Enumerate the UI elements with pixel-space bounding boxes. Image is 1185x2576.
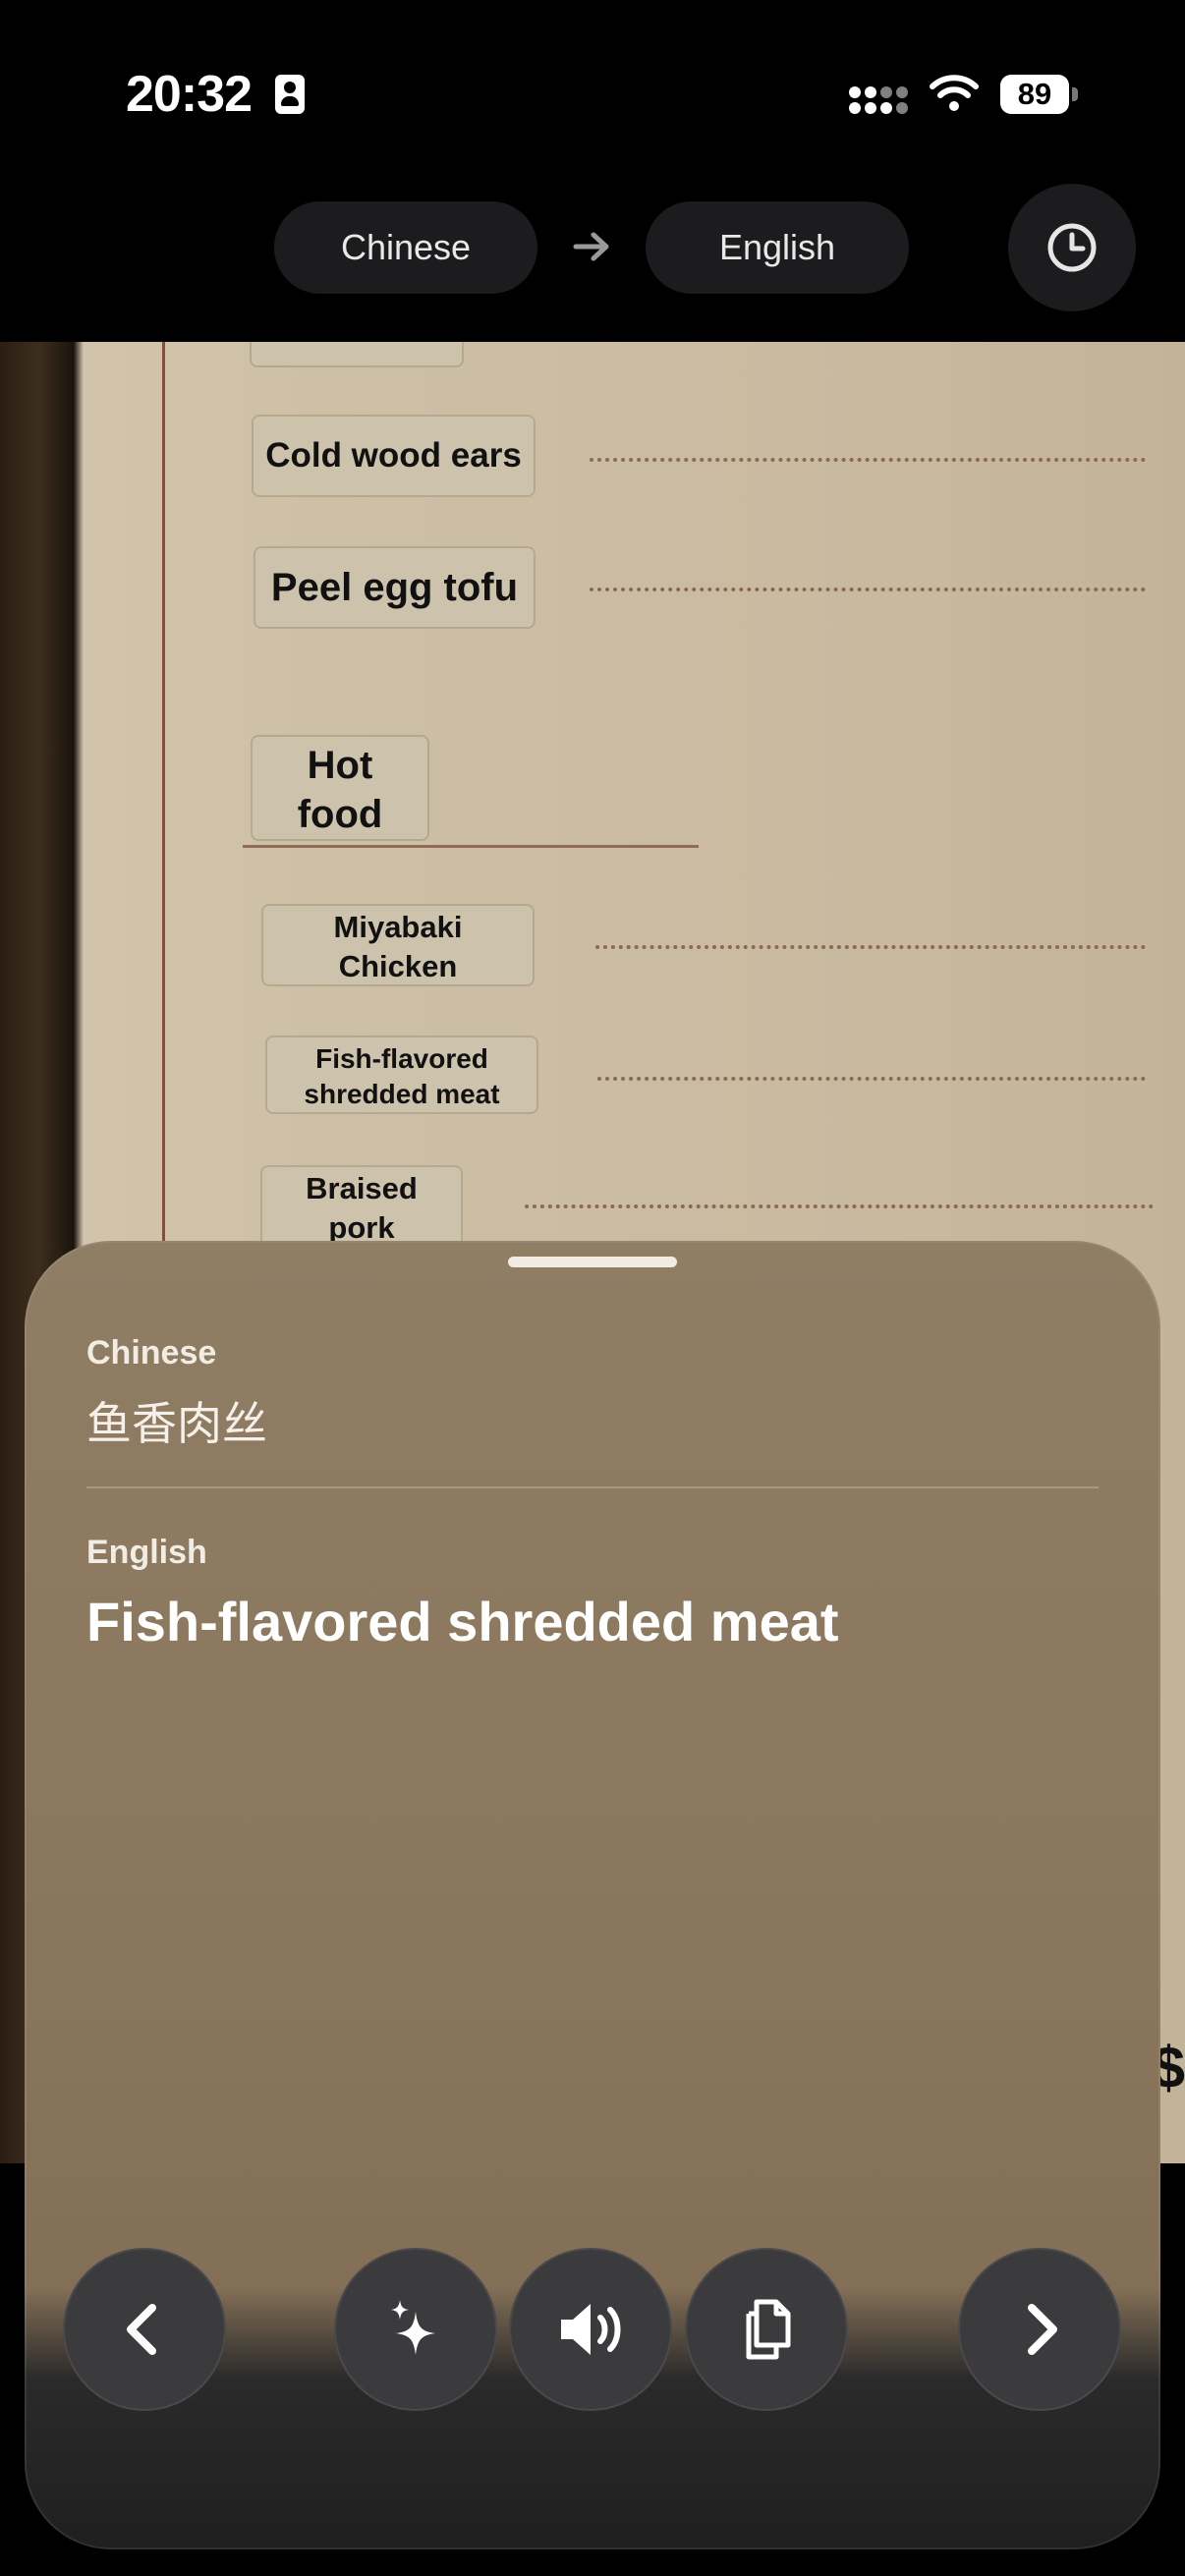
menu-item-label[interactable]: Peel egg tofu — [254, 546, 536, 629]
history-clock-icon — [1047, 223, 1097, 272]
translation-sheet: Chinese 鱼香肉丝 English Fish-flavored shred… — [25, 1241, 1160, 2549]
status-bar: 20:32 89 — [0, 0, 1185, 187]
source-text: 鱼香肉丝 — [86, 1397, 267, 1450]
menu-item-label[interactable]: Cold wood ears — [252, 415, 536, 497]
battery-icon: 89 — [1000, 75, 1079, 114]
previous-button[interactable] — [63, 2248, 226, 2411]
target-language-label: English — [86, 1534, 207, 1571]
signal-icon — [847, 79, 908, 118]
battery-level: 89 — [1000, 75, 1069, 114]
copy-icon — [746, 2299, 791, 2360]
enhance-button[interactable] — [334, 2248, 497, 2411]
next-button[interactable] — [958, 2248, 1121, 2411]
history-button[interactable] — [1008, 184, 1136, 311]
translated-text: Fish-flavored shredded meat — [86, 1591, 839, 1652]
chevron-right-icon — [1028, 2304, 1057, 2355]
copy-button[interactable] — [685, 2248, 848, 2411]
chevron-left-icon — [127, 2304, 156, 2355]
speaker-icon — [561, 2304, 621, 2355]
menu-item-label[interactable]: Miyabaki Chicken — [261, 904, 535, 986]
source-language-label: Chinese — [86, 1334, 217, 1372]
target-language-button[interactable]: English — [646, 201, 909, 294]
id-card-icon — [275, 75, 305, 114]
sheet-grabber[interactable] — [508, 1257, 677, 1267]
divider — [86, 1486, 1099, 1488]
menu-section-label[interactable]: Hot food — [251, 735, 429, 841]
status-time: 20:32 — [126, 66, 253, 123]
speak-button[interactable] — [509, 2248, 672, 2411]
menu-item-label[interactable]: Fish-flavored shredded meat — [265, 1036, 538, 1114]
menu-item-label[interactable]: Braised pork — [260, 1165, 463, 1248]
arrow-right-icon — [573, 232, 609, 261]
sparkles-icon — [391, 2300, 435, 2355]
wifi-icon — [930, 75, 979, 111]
source-language-button[interactable]: Chinese — [274, 201, 537, 294]
